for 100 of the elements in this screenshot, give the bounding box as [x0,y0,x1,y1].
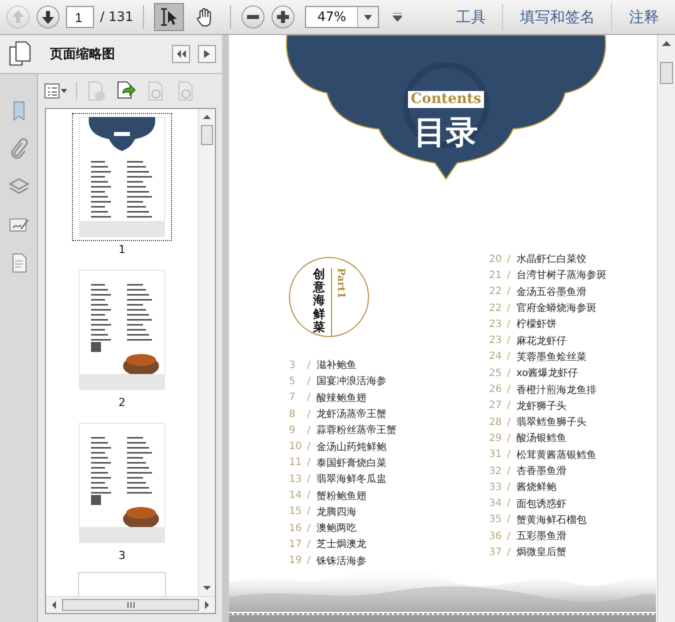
next-page-button[interactable] [36,5,60,29]
banner-label: Contents [408,91,484,108]
panel-tab[interactable]: 工具 [446,8,496,26]
dish-title: 金汤五谷墨鱼滑 [516,286,586,299]
page-number: 27 [489,400,503,412]
vertical-scrollbar[interactable] [657,35,675,622]
arrow-right-icon [204,50,210,58]
dish-title: 酸汤银鳕鱼 [516,432,566,446]
caret-icon [357,7,378,27]
dish-title: 蒜蓉粉丝蒸帝王蟹 [316,424,396,438]
separator: / [307,360,310,371]
page-number: 5 [289,376,296,387]
page-number: 22 [489,302,503,314]
separator: / [307,506,310,518]
separator: / [507,514,510,526]
banner-title: 目录 [414,114,478,150]
options-menu-icon[interactable] [44,83,68,99]
page-number: 26 [489,384,503,396]
dish-title: 芝士焗澳龙 [316,538,366,552]
panel-title: 页面缩略图 [50,46,116,63]
page-number: 22 [489,286,503,298]
separator: / [307,457,310,468]
separator: / [507,351,510,362]
dish-title: 澳鲍两吃 [316,522,356,536]
page-number: 31 [489,449,503,460]
scrollbar-thumb[interactable] [201,125,213,145]
dish-title: 泰国虾膏烧白菜 [316,456,386,470]
dish-title: 麻花龙虾仔 [516,334,566,348]
separator: / [507,286,510,298]
select-tool-button[interactable] [154,3,184,31]
dish-title: 铢铢活海参 [316,554,366,568]
separator: / [507,416,510,428]
separator: / [507,400,510,412]
page-number-field[interactable]: 1 [66,6,94,28]
dish-title: 香橙汁煎海龙鱼排 [516,384,596,397]
page-number: 33 [489,482,503,493]
dish-title: 官府金蟒烧海参斑 [516,302,596,316]
page-number: 23 [489,335,503,346]
separator: / [307,441,310,452]
separator: / [507,270,510,281]
dish-title: 滋补鲍鱼 [316,358,356,372]
dish-title: 面包诱惑虾 [516,498,566,511]
page-number: 3 [118,549,126,562]
page-number: 7 [289,392,296,404]
page-number: 24 [489,351,503,362]
scrollbar-thumb[interactable] [660,62,673,84]
dish-title: 龙虾狮子头 [516,400,566,413]
page-number: 20 [489,254,503,265]
separator: / [307,522,310,534]
dish-title: 焗微皇后蟹 [516,546,566,560]
dish-title: 松茸黄酱蒸银鳕鱼 [516,448,596,462]
separator: / [307,392,310,404]
dish-title: 酱烧鲜鲍 [516,480,556,494]
separator: / [507,384,510,396]
panel-tab[interactable]: 填写和签名 [510,8,605,26]
dish-title: 翡翠海鲜冬瓜盅 [316,472,386,486]
page-number: 25 [489,368,503,379]
pages-icon [8,41,32,67]
zoom-field[interactable]: 47% [305,6,380,28]
page-number: 2 [118,396,126,409]
separator: / [507,482,510,493]
dish-title: 台湾甘树子蒸海参斑 [516,268,606,282]
dish-title: 酸辣鲍鱼翅 [316,392,366,405]
panel-tab[interactable]: 注释 [619,8,669,26]
separator: / [507,254,510,265]
separator: / [507,546,510,558]
page-thumbnail[interactable] [72,113,172,241]
separator: / [307,490,310,502]
separator: / [307,555,310,566]
separator: / [307,474,310,485]
dish-title: 柠檬虾饼 [516,318,556,332]
separator: / [307,538,310,550]
dish-title: 翡翠鳕鱼狮子头 [516,416,586,430]
zoom-in-button[interactable] [271,5,296,29]
vertical-scrollbar[interactable] [198,109,215,596]
caret-icon [392,12,402,22]
page-number: 1 [118,243,126,256]
collapse-button[interactable] [172,45,190,63]
dish-title: xo酱爆龙虾仔 [516,366,578,380]
page-number: 34 [489,498,503,510]
separator: / [507,302,510,314]
page-number: 9 [289,424,296,436]
page-number: 15 [289,506,303,518]
horizontal-scrollbar[interactable] [46,596,215,613]
page-number: 29 [489,432,503,444]
page-number: 28 [489,416,503,428]
dish-title: 龙腾四海 [316,506,356,519]
page-number: 3 [289,360,296,371]
double-arrow-left-icon [176,50,186,58]
dish-title: 芙蓉墨鱼烩丝菜 [516,350,586,364]
page-number: 35 [489,514,503,526]
page-number: 17 [289,538,303,550]
expand-button[interactable] [198,45,216,63]
separator: / [507,449,510,460]
zoom-out-button[interactable] [241,5,266,29]
dish-title: 蟹黄海鲜石榴包 [516,514,586,527]
dish-title: 杏香墨鱼滑 [516,464,566,478]
page-number: 21 [489,270,503,281]
part-title: 创意海鲜菜 [313,268,325,336]
part-label: Part1 [331,268,345,336]
